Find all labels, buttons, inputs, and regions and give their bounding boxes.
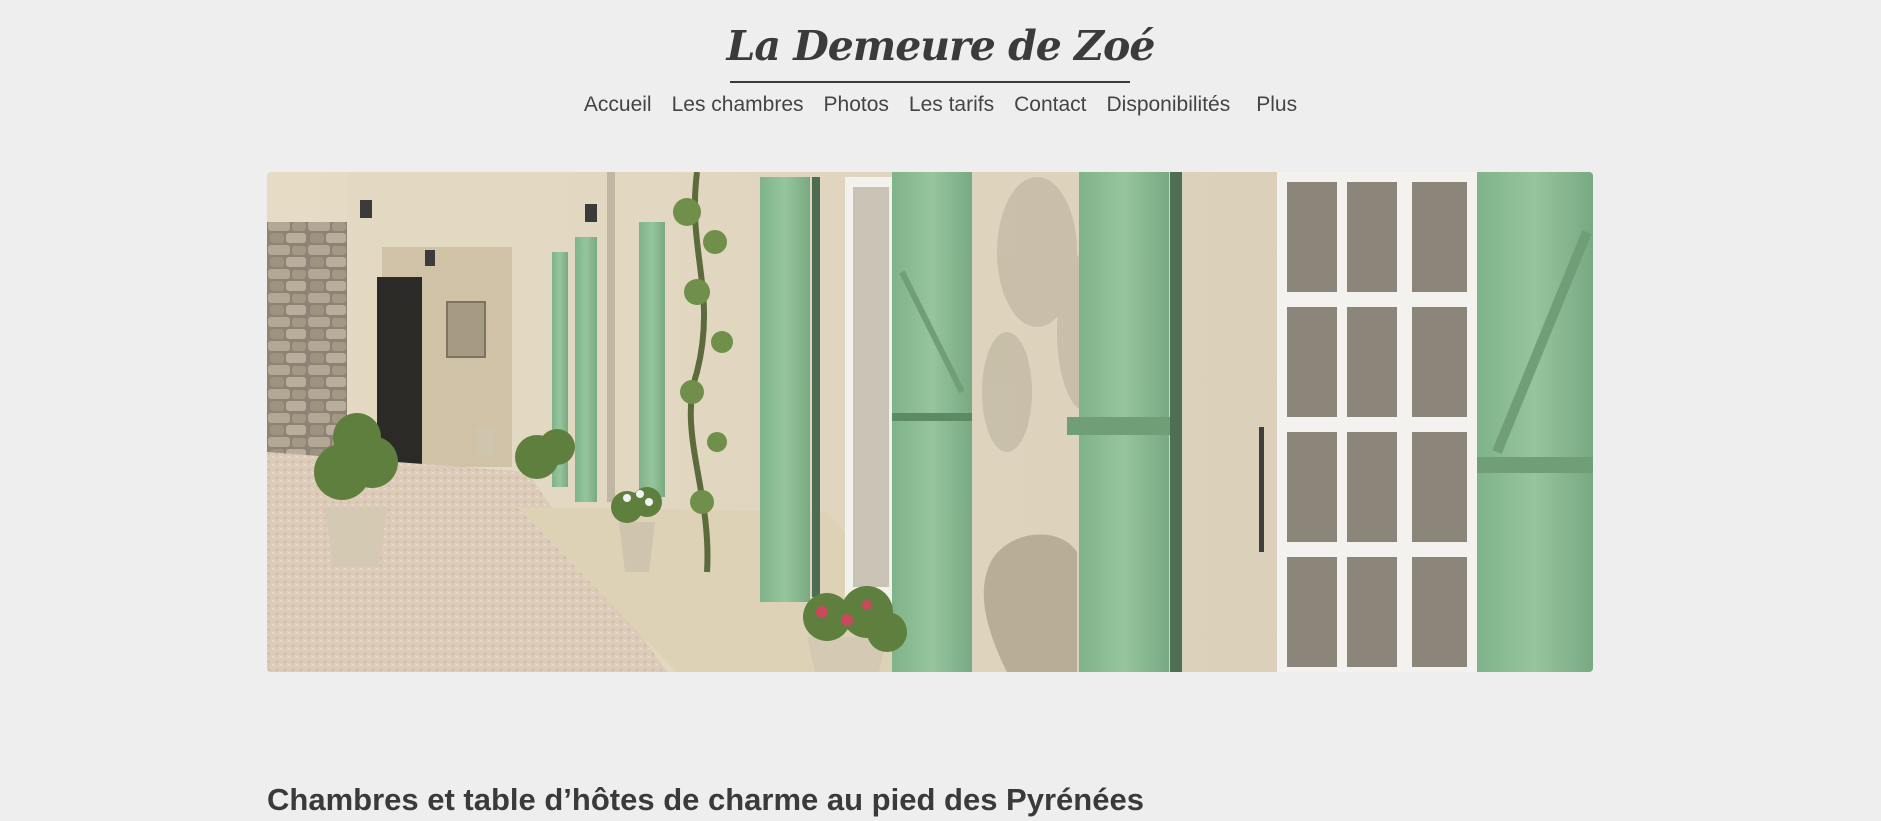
site-title[interactable]: La Demeure de Zoé: [0, 22, 1881, 70]
nav-item-contact[interactable]: Contact: [1004, 93, 1096, 117]
main-nav: Accueil Les chambres Photos Les tarifs C…: [0, 93, 1881, 117]
shutter-distant-3: [639, 222, 665, 497]
nav-item-les-chambres[interactable]: Les chambres: [662, 93, 814, 117]
window-latch: [1259, 427, 1264, 552]
nav-item-accueil[interactable]: Accueil: [574, 93, 662, 117]
nav-item-les-tarifs[interactable]: Les tarifs: [899, 93, 1004, 117]
shutter-distant-2: [575, 237, 597, 502]
hero-image: [267, 172, 1593, 672]
nav-item-disponibilites[interactable]: Disponibilités: [1096, 93, 1240, 117]
nav-item-photos[interactable]: Photos: [814, 93, 899, 117]
nav-item-plus[interactable]: Plus: [1240, 93, 1307, 117]
shutter-mid-1: [760, 177, 810, 602]
hero-illustration: [267, 172, 1593, 672]
drainpipe: [607, 172, 615, 502]
stone-block: [983, 534, 1077, 672]
small-window: [446, 301, 486, 358]
page-heading: Chambres et table d’hôtes de charme au p…: [267, 781, 1144, 817]
shutter-mid-2: [892, 172, 972, 672]
title-underline: [730, 81, 1130, 83]
site-header: La Demeure de Zoé Accueil Les chambres P…: [0, 0, 1881, 140]
dark-doorway: [377, 277, 422, 467]
